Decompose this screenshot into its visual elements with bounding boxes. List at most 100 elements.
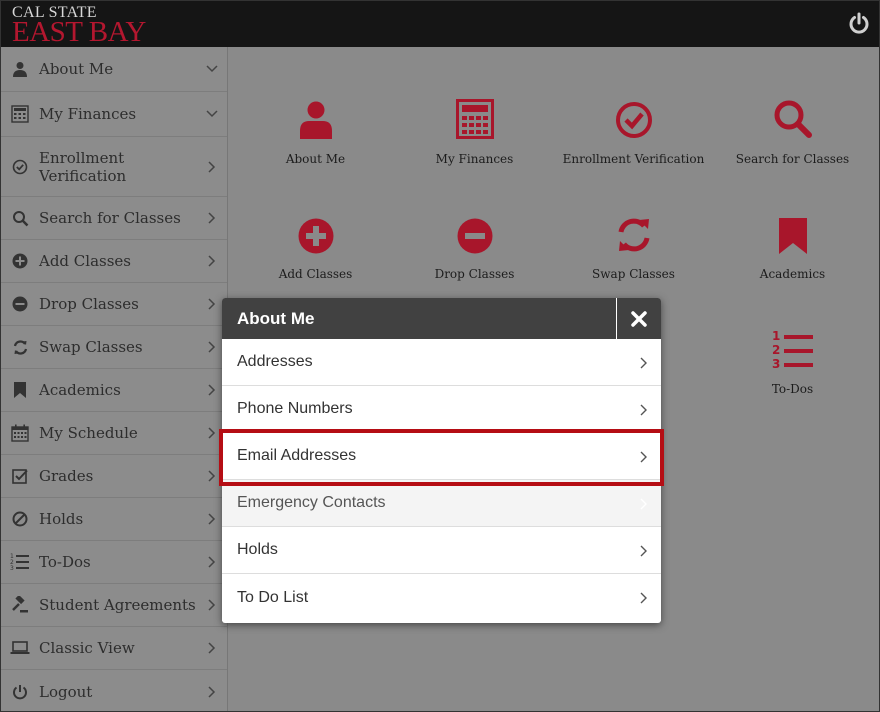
chevron-right-icon	[640, 403, 647, 421]
sidebar-item-classic-view[interactable]: Classic View	[1, 627, 227, 670]
sidebar-item-label: Student Agreements	[39, 596, 196, 614]
sidebar-item-label: Add Classes	[39, 252, 131, 270]
sidebar-item-holds[interactable]: Holds	[1, 498, 227, 541]
calculator-icon	[395, 95, 554, 139]
close-icon[interactable]	[616, 298, 661, 339]
sidebar-item-label: Holds	[39, 510, 84, 528]
sidebar-item-label: About Me	[39, 60, 114, 78]
modal-item-to-do-list[interactable]: To Do List	[222, 574, 661, 621]
sidebar-item-about-me[interactable]: About Me	[1, 47, 227, 92]
tile-label: Drop Classes	[434, 267, 515, 281]
sidebar-item-label: Academics	[39, 381, 121, 399]
sidebar-item-student-agreements[interactable]: Student Agreements	[1, 584, 227, 627]
sidebar-item-grades[interactable]: Grades	[1, 455, 227, 498]
checkbox-icon	[1, 468, 39, 485]
plus-circle-icon	[1, 253, 39, 269]
logo-line-2: EAST BAY	[12, 16, 146, 48]
modal-title: About Me	[237, 308, 315, 328]
power-icon[interactable]	[847, 12, 871, 36]
sidebar-item-label: Logout	[39, 682, 93, 701]
tile-label: To-Dos	[771, 382, 814, 396]
sidebar-item-my-schedule[interactable]: My Schedule	[1, 412, 227, 455]
chevron-right-icon	[197, 685, 227, 698]
search-icon	[713, 95, 872, 139]
bookmark-icon	[713, 210, 872, 254]
email-addresses-highlight-box	[219, 429, 664, 486]
sidebar-item-academics[interactable]: Academics	[1, 369, 227, 412]
sidebar-item-label: Drop Classes	[39, 295, 139, 313]
modal-item-label: To Do List	[237, 588, 309, 606]
tile-my-finances[interactable]: My Finances	[395, 95, 554, 166]
tile-to-dos[interactable]: 123 To-Dos	[713, 325, 872, 396]
svg-text:3: 3	[10, 565, 14, 571]
top-header: CAL STATE EAST BAY	[1, 1, 879, 47]
cal-state-east-bay-logo[interactable]: CAL STATE EAST BAY	[12, 5, 146, 47]
tile-label: Add Classes	[278, 267, 353, 281]
sidebar-item-label: My Schedule	[39, 424, 138, 442]
sidebar-item-to-dos[interactable]: 123 To-Dos	[1, 541, 227, 584]
svg-text:2: 2	[772, 343, 780, 357]
modal-item-label: Addresses	[237, 353, 313, 370]
sidebar-item-label: Search for Classes	[39, 209, 181, 227]
sidebar-item-label: Enrollment Verification	[39, 148, 127, 185]
modal-item-addresses[interactable]: Addresses	[222, 339, 661, 386]
ban-icon	[1, 511, 39, 527]
user-icon	[1, 61, 39, 77]
calendar-icon	[1, 424, 39, 442]
tile-enrollment-verification[interactable]: Enrollment Verification	[554, 95, 713, 166]
tile-drop-classes[interactable]: Drop Classes	[395, 210, 554, 281]
sidebar-item-add-classes[interactable]: Add Classes	[1, 240, 227, 283]
sidebar-item-label: My Finances	[39, 105, 137, 123]
chevron-right-icon	[197, 212, 227, 224]
modal-item-phone-numbers[interactable]: Phone Numbers	[222, 386, 661, 433]
app-frame: CAL STATE EAST BAY About Me My Finances …	[0, 0, 880, 712]
sidebar-item-swap-classes[interactable]: Swap Classes	[1, 326, 227, 369]
check-circle-icon	[554, 95, 713, 139]
laptop-icon	[1, 640, 39, 656]
plus-circle-icon	[236, 210, 395, 254]
chevron-right-icon	[640, 356, 647, 374]
sidebar-item-drop-classes[interactable]: Drop Classes	[1, 283, 227, 326]
gavel-icon	[1, 596, 39, 614]
modal-item-label: Holds	[237, 541, 278, 558]
sidebar-item-label: To-Dos	[39, 553, 91, 571]
tile-label: About Me	[285, 152, 346, 166]
sidebar-item-enrollment-verification[interactable]: Enrollment Verification	[1, 137, 227, 197]
tile-label: Swap Classes	[592, 267, 675, 281]
tile-swap-classes[interactable]: Swap Classes	[554, 210, 713, 281]
sidebar-item-label: Swap Classes	[39, 338, 143, 356]
modal-item-holds[interactable]: Holds	[222, 527, 661, 574]
chevron-right-icon	[197, 255, 227, 267]
tile-add-classes[interactable]: Add Classes	[236, 210, 395, 281]
bookmark-icon	[1, 382, 39, 398]
chevron-down-icon	[197, 110, 227, 118]
tile-label: My Finances	[435, 152, 514, 166]
svg-text:3: 3	[772, 357, 780, 369]
sidebar-nav: About Me My Finances Enrollment Verifica…	[1, 47, 228, 711]
calculator-icon	[1, 105, 39, 123]
power-icon	[1, 684, 39, 700]
chevron-right-icon	[640, 544, 647, 562]
chevron-right-icon	[640, 497, 647, 515]
tile-label: Search for Classes	[735, 152, 850, 166]
refresh-icon	[1, 339, 39, 356]
tile-search-for-classes[interactable]: Search for Classes	[713, 95, 872, 166]
chevron-right-icon	[197, 160, 227, 173]
sidebar-item-logout[interactable]: Logout	[1, 670, 227, 711]
svg-text:1: 1	[772, 329, 780, 343]
minus-circle-icon	[395, 210, 554, 254]
modal-item-label: Phone Numbers	[237, 400, 353, 417]
modal-item-emergency-contacts[interactable]: Emergency Contacts	[222, 480, 661, 527]
modal-header: About Me	[222, 298, 661, 339]
check-circle-icon	[1, 159, 39, 175]
minus-circle-icon	[1, 296, 39, 312]
sidebar-item-label: Classic View	[39, 639, 135, 657]
modal-item-label: Emergency Contacts	[237, 494, 386, 511]
sidebar-item-my-finances[interactable]: My Finances	[1, 92, 227, 137]
tile-about-me[interactable]: About Me	[236, 95, 395, 166]
tile-label: Academics	[759, 267, 826, 281]
refresh-icon	[554, 210, 713, 254]
tile-academics[interactable]: Academics	[713, 210, 872, 281]
sidebar-item-search-for-classes[interactable]: Search for Classes	[1, 197, 227, 240]
user-icon	[236, 95, 395, 139]
